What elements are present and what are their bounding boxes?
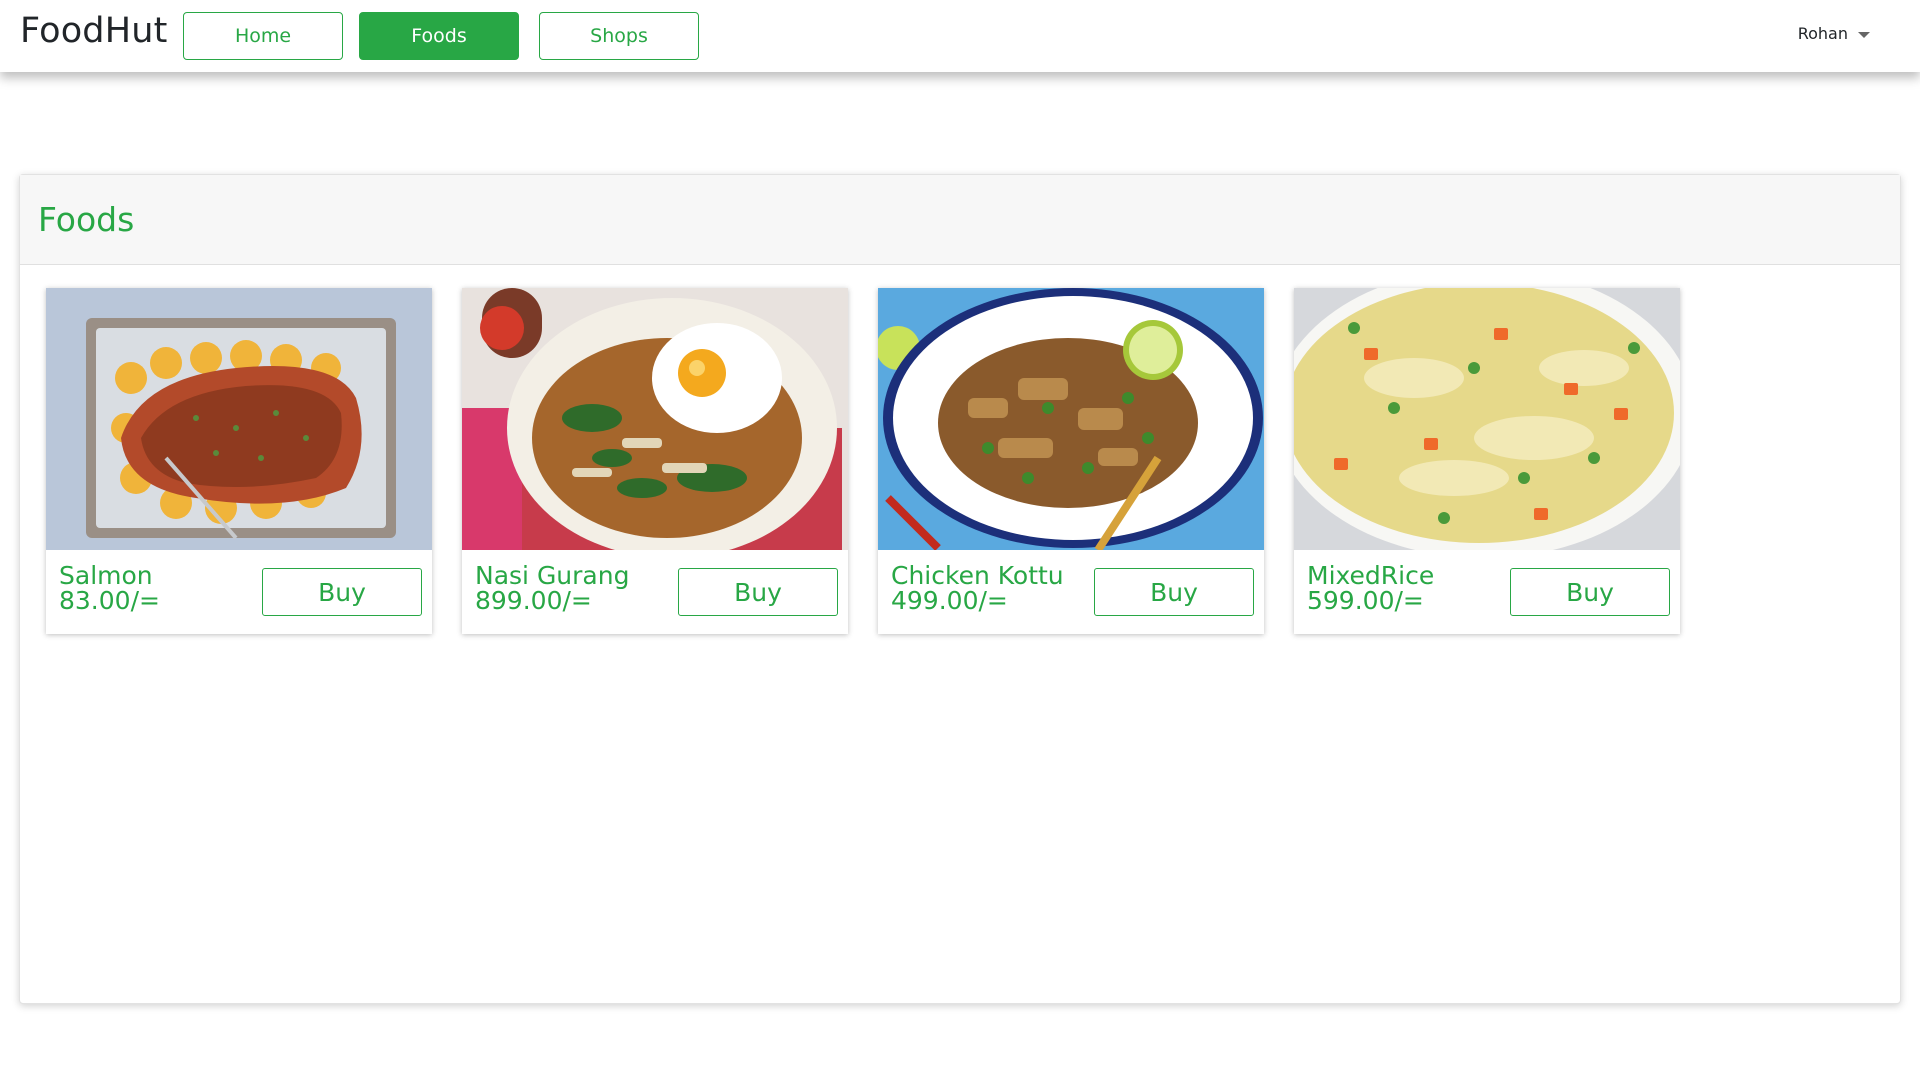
nav-shops-button[interactable]: Shops	[539, 12, 699, 60]
food-info: Salmon 83.00/=	[59, 563, 160, 613]
nasi-goreng-photo	[462, 288, 848, 550]
top-navbar: FoodHut Home Foods Shops Rohan	[0, 0, 1920, 72]
food-price: 899.00/=	[475, 586, 592, 615]
brand-logo[interactable]: FoodHut	[20, 11, 168, 51]
buy-button[interactable]: Buy	[1094, 568, 1254, 616]
user-menu-dropdown[interactable]: Rohan	[1798, 24, 1870, 43]
food-card: Nasi Gurang 899.00/= Buy	[462, 288, 848, 634]
nav-home-button[interactable]: Home	[183, 12, 343, 60]
food-name: Salmon	[59, 561, 153, 590]
food-price: 599.00/=	[1307, 586, 1424, 615]
caret-down-icon	[1858, 31, 1870, 38]
buy-button[interactable]: Buy	[262, 568, 422, 616]
salmon-photo	[46, 288, 432, 550]
mixed-rice-photo	[1294, 288, 1680, 550]
food-grid: Salmon 83.00/= Buy Nasi Gurang 899.00/= …	[46, 288, 1680, 634]
food-info: MixedRice 599.00/=	[1307, 563, 1434, 613]
panel-header: Foods	[20, 175, 1900, 265]
food-name: Chicken Kottu	[891, 561, 1064, 590]
food-name: MixedRice	[1307, 561, 1435, 590]
food-card: Chicken Kottu 499.00/= Buy	[878, 288, 1264, 634]
food-price: 83.00/=	[59, 586, 160, 615]
buy-button[interactable]: Buy	[678, 568, 838, 616]
food-name: Nasi Gurang	[475, 561, 630, 590]
food-card: Salmon 83.00/= Buy	[46, 288, 432, 634]
panel-title: Foods	[38, 200, 135, 239]
food-price: 499.00/=	[891, 586, 1008, 615]
chicken-kottu-photo	[878, 288, 1264, 550]
food-info: Chicken Kottu 499.00/=	[891, 563, 1064, 613]
nav-foods-button[interactable]: Foods	[359, 12, 519, 60]
user-name: Rohan	[1797, 24, 1848, 43]
food-card: MixedRice 599.00/= Buy	[1294, 288, 1680, 634]
foods-panel: Foods Salmon 83.00/= Buy Nasi Gurang 899…	[19, 174, 1901, 1004]
buy-button[interactable]: Buy	[1510, 568, 1670, 616]
food-info: Nasi Gurang 899.00/=	[475, 563, 629, 613]
